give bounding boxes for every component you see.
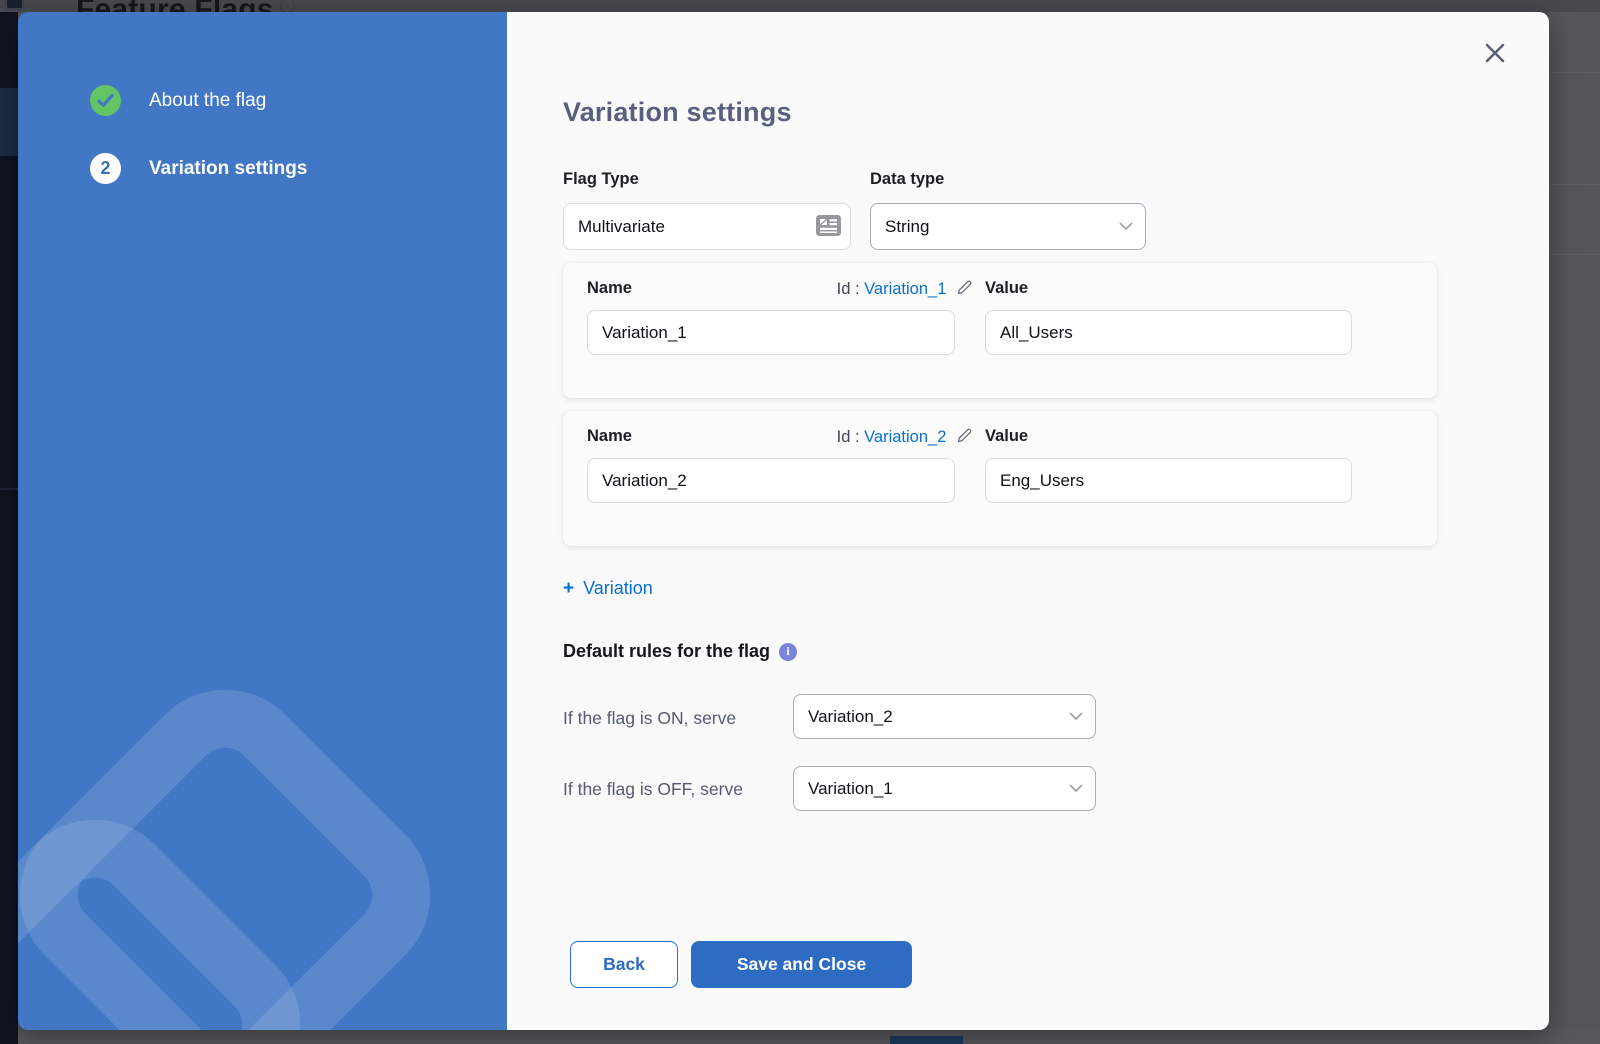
variation-name-label: Name <box>587 427 632 446</box>
variation-value-label: Value <box>985 279 1028 298</box>
flag-wizard-modal: About the flag 2 Variation settings Vari… <box>18 12 1549 1030</box>
back-button[interactable]: Back <box>570 941 678 988</box>
flag-on-serve-select[interactable]: Variation_2 <box>793 694 1096 739</box>
dimmed-page-right <box>1549 12 1600 1044</box>
variation-value-input[interactable] <box>985 458 1352 503</box>
variation-card: Name Id : Variation_1 Value <box>563 263 1437 398</box>
step-label: About the flag <box>149 90 266 112</box>
flag-on-rule-label: If the flag is ON, serve <box>563 705 736 732</box>
variation-id: Id : Variation_2 <box>773 427 973 449</box>
wizard-content-panel: Variation settings Flag Type Data type S… <box>507 12 1549 1030</box>
variation-id-label: Id : <box>837 428 860 446</box>
variation-name-label: Name <box>587 279 632 298</box>
variation-id-link[interactable]: Variation_1 <box>864 280 946 298</box>
divider <box>1549 72 1600 73</box>
nav-divider <box>0 488 18 490</box>
page-element-fragment <box>890 1036 963 1044</box>
step-variation-settings[interactable]: 2 Variation settings <box>90 153 307 184</box>
chevron-down-icon <box>1119 222 1133 231</box>
variation-card: Name Id : Variation_2 Value <box>563 411 1437 546</box>
add-variation-label: Variation <box>583 578 653 599</box>
default-rules-title: Default rules for the flag i <box>563 641 797 662</box>
page-title-text: Feature Flags <box>76 0 274 12</box>
variation-value-input[interactable] <box>985 310 1352 355</box>
info-icon: i <box>779 643 797 661</box>
variation-id: Id : Variation_1 <box>773 279 973 301</box>
flag-off-rule-label: If the flag is OFF, serve <box>563 776 763 803</box>
nav-selected-item <box>0 88 18 156</box>
add-variation-button[interactable]: + Variation <box>563 578 653 599</box>
variation-name-input[interactable] <box>587 458 955 503</box>
flag-type-field <box>563 203 851 250</box>
step-number-badge: 2 <box>90 153 121 184</box>
flag-type-input[interactable] <box>563 203 851 250</box>
app-left-nav <box>0 12 18 1044</box>
wizard-steps: About the flag 2 Variation settings <box>90 85 307 184</box>
divider <box>1549 254 1600 255</box>
page-title: Feature Flags i <box>76 0 295 12</box>
variation-id-link[interactable]: Variation_2 <box>864 428 946 446</box>
nav-logo-fragment <box>5 0 24 10</box>
edit-pencil-icon[interactable] <box>956 430 973 448</box>
close-button[interactable] <box>1479 38 1511 70</box>
step-label: Variation settings <box>149 158 307 180</box>
save-and-close-button[interactable]: Save and Close <box>691 941 912 988</box>
flag-off-serve-select[interactable]: Variation_1 <box>793 766 1096 811</box>
close-icon <box>1482 40 1508 66</box>
page-header-strip: Feature Flags i <box>0 0 1600 12</box>
divider <box>1549 184 1600 185</box>
data-type-label: Data type <box>870 170 944 189</box>
info-icon: i <box>280 0 295 12</box>
multivariate-icon <box>816 215 841 241</box>
flag-type-label: Flag Type <box>563 170 639 189</box>
chevron-down-icon <box>1069 712 1083 721</box>
variation-name-input[interactable] <box>587 310 955 355</box>
data-type-select[interactable]: String <box>870 203 1146 250</box>
variation-id-label: Id : <box>837 280 860 298</box>
panel-title: Variation settings <box>563 97 792 128</box>
wizard-sidebar: About the flag 2 Variation settings <box>18 12 507 1030</box>
variation-value-label: Value <box>985 427 1028 446</box>
flag-off-serve-value: Variation_1 <box>808 779 893 799</box>
edit-pencil-icon[interactable] <box>956 282 973 300</box>
default-rules-title-text: Default rules for the flag <box>563 641 770 662</box>
check-circle-icon <box>90 85 121 116</box>
flag-on-serve-value: Variation_2 <box>808 707 893 727</box>
step-about-the-flag[interactable]: About the flag <box>90 85 307 116</box>
plus-icon: + <box>563 579 574 598</box>
chevron-down-icon <box>1069 784 1083 793</box>
data-type-value: String <box>885 217 929 237</box>
dimmed-page-bottom <box>18 1030 1600 1044</box>
